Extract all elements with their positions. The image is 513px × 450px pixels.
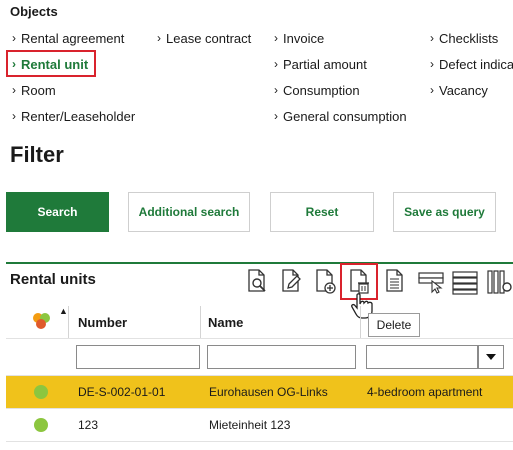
section-divider — [6, 262, 513, 264]
status-dot — [34, 385, 48, 399]
nav-label: Rental agreement — [21, 30, 125, 46]
nav-label: Vacancy — [439, 82, 488, 98]
chevron-right-icon: › — [12, 31, 16, 45]
list-rows-icon[interactable] — [452, 266, 478, 296]
nav-partial-amount[interactable]: › Partial amount — [274, 55, 367, 73]
cell-name: Eurohausen OG-Links — [209, 385, 328, 399]
name-filter-input[interactable] — [207, 345, 356, 369]
nav-lease-contract[interactable]: › Lease contract — [157, 29, 251, 47]
chevron-right-icon: › — [274, 83, 278, 97]
nav-label: General consumption — [283, 108, 407, 124]
type-filter-dropdown-button[interactable] — [478, 345, 504, 369]
nav-label: Renter/Leaseholder — [21, 108, 136, 124]
row-divider — [6, 441, 513, 442]
settings-columns-icon[interactable] — [486, 266, 512, 296]
chevron-right-icon: › — [430, 83, 434, 97]
table-row[interactable]: 123 Mieteinheit 123 — [6, 409, 513, 441]
nav-rental-unit[interactable]: › Rental unit — [12, 55, 88, 73]
chevron-right-icon: › — [430, 57, 434, 71]
nav-consumption[interactable]: › Consumption — [274, 81, 360, 99]
edit-document-icon[interactable] — [278, 266, 304, 296]
search-button[interactable]: Search — [6, 192, 109, 232]
nav-label: Partial amount — [283, 56, 367, 72]
delete-tooltip: Delete — [368, 313, 420, 337]
nav-renter-leaseholder[interactable]: › Renter/Leaseholder — [12, 107, 135, 125]
grid-title: Rental units — [10, 271, 96, 288]
add-document-icon[interactable] — [312, 266, 338, 296]
column-separator — [68, 306, 69, 338]
document-icon[interactable] — [382, 266, 408, 296]
filter-heading: Filter — [10, 142, 64, 167]
nav-label: Checklists — [439, 30, 499, 46]
chevron-right-icon: › — [274, 57, 278, 71]
status-dot — [34, 418, 48, 432]
nav-label: Defect indicat — [439, 56, 513, 72]
reset-button[interactable]: Reset — [270, 192, 374, 232]
cell-name: Mieteinheit 123 — [209, 418, 291, 432]
chevron-right-icon: › — [274, 109, 278, 123]
chevron-down-icon — [486, 354, 496, 360]
select-columns-icon[interactable] — [418, 266, 444, 296]
nav-room[interactable]: › Room — [12, 81, 56, 99]
status-column-icon[interactable] — [30, 310, 54, 332]
nav-label: Consumption — [283, 82, 360, 98]
sort-ascending-icon[interactable]: ▲ — [59, 306, 68, 316]
cell-number: DE-S-002-01-01 — [78, 385, 166, 399]
nav-checklists[interactable]: › Checklists — [430, 29, 498, 47]
nav-label: Room — [21, 82, 56, 98]
chevron-right-icon: › — [12, 57, 16, 71]
nav-invoice[interactable]: › Invoice — [274, 29, 324, 47]
chevron-right-icon: › — [274, 31, 278, 45]
view-document-icon[interactable] — [244, 266, 270, 296]
number-filter-input[interactable] — [76, 345, 200, 369]
cell-number: 123 — [78, 418, 99, 432]
column-header-number[interactable]: Number — [78, 315, 127, 330]
nav-label: Lease contract — [166, 30, 252, 46]
column-separator — [360, 306, 361, 338]
chevron-right-icon: › — [157, 31, 161, 45]
type-filter-select[interactable] — [366, 345, 478, 369]
column-header-name[interactable]: Name — [208, 315, 243, 330]
objects-heading: Objects — [10, 4, 58, 19]
chevron-right-icon: › — [12, 109, 16, 123]
additional-search-button[interactable]: Additional search — [128, 192, 250, 232]
chevron-right-icon: › — [430, 31, 434, 45]
nav-defect-indicator[interactable]: › Defect indicat — [430, 55, 513, 73]
cell-type: 4-bedroom apartment — [367, 385, 483, 399]
chevron-right-icon: › — [12, 83, 16, 97]
nav-label: Rental unit — [21, 56, 89, 72]
save-as-query-button[interactable]: Save as query — [393, 192, 496, 232]
nav-rental-agreement[interactable]: › Rental agreement — [12, 29, 124, 47]
column-separator — [200, 306, 201, 338]
nav-vacancy[interactable]: › Vacancy — [430, 81, 488, 99]
header-divider — [6, 338, 513, 339]
table-row[interactable]: DE-S-002-01-01 Eurohausen OG-Links 4-bed… — [6, 376, 513, 408]
nav-label: Invoice — [283, 30, 325, 46]
nav-general-consumption[interactable]: › General consumption — [274, 107, 407, 125]
